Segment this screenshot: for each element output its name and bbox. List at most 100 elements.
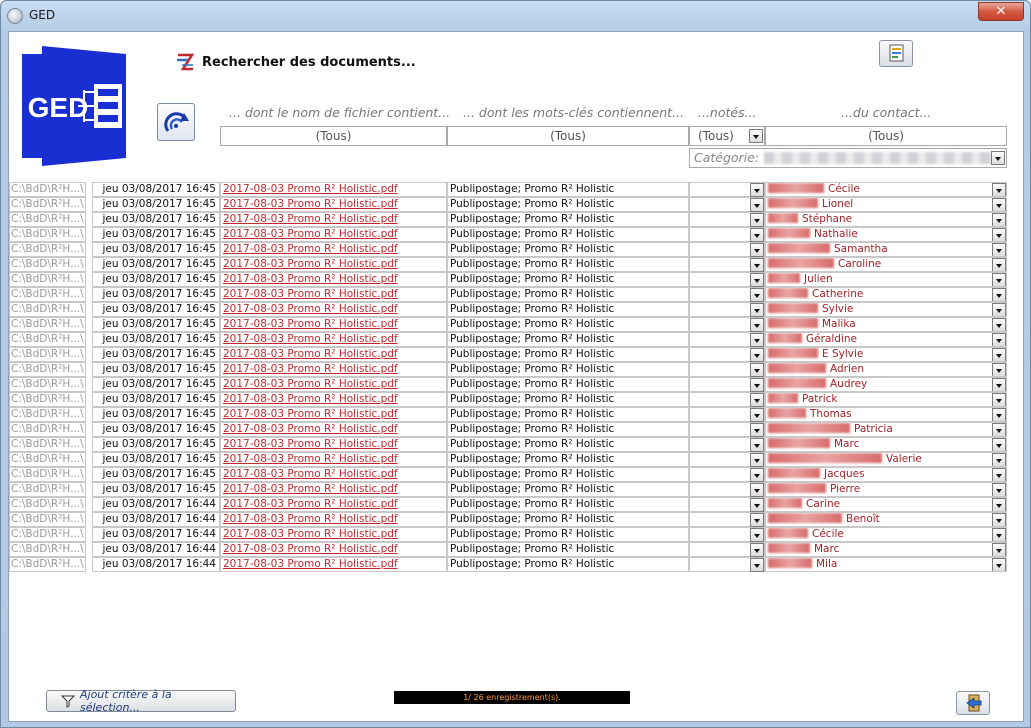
note-select[interactable] bbox=[689, 242, 765, 257]
note-select[interactable] bbox=[689, 467, 765, 482]
close-button[interactable]: ✕ bbox=[978, 2, 1024, 21]
chevron-down-icon[interactable] bbox=[992, 228, 1006, 241]
file-link[interactable]: 2017-08-03 Promo R² Holistic.pdf bbox=[220, 212, 447, 227]
contact-select[interactable]: Jacques bbox=[765, 467, 1007, 482]
contact-select[interactable]: Mila bbox=[765, 557, 1007, 572]
table-row[interactable]: C:\BdD\R²H...\ jeu 03/08/2017 16:45 2017-0… bbox=[9, 197, 1009, 212]
chevron-down-icon[interactable] bbox=[749, 129, 763, 143]
note-select[interactable] bbox=[689, 287, 765, 302]
chevron-down-icon[interactable] bbox=[750, 378, 764, 392]
chevron-down-icon[interactable] bbox=[750, 498, 764, 512]
chevron-down-icon[interactable] bbox=[992, 438, 1006, 451]
contact-select[interactable]: Patricia bbox=[765, 422, 1007, 437]
file-link[interactable]: 2017-08-03 Promo R² Holistic.pdf bbox=[220, 197, 447, 212]
chevron-down-icon[interactable] bbox=[750, 258, 764, 272]
contact-select[interactable]: Pierre bbox=[765, 482, 1007, 497]
contact-filter-input[interactable]: (Tous) bbox=[765, 126, 1007, 146]
note-select[interactable] bbox=[689, 392, 765, 407]
table-row[interactable]: C:\BdD\R²H...\ jeu 03/08/2017 16:45 2017-0… bbox=[9, 377, 1009, 392]
chevron-down-icon[interactable] bbox=[992, 273, 1006, 286]
chevron-down-icon[interactable] bbox=[992, 513, 1006, 526]
chevron-down-icon[interactable] bbox=[992, 198, 1006, 211]
chevron-down-icon[interactable] bbox=[750, 468, 764, 482]
keywords-filter-input[interactable]: (Tous) bbox=[447, 126, 689, 146]
file-link[interactable]: 2017-08-03 Promo R² Holistic.pdf bbox=[220, 392, 447, 407]
contact-select[interactable]: Catherine bbox=[765, 287, 1007, 302]
contact-select[interactable]: Nathalie bbox=[765, 227, 1007, 242]
chevron-down-icon[interactable] bbox=[750, 393, 764, 407]
chevron-down-icon[interactable] bbox=[750, 453, 764, 467]
table-row[interactable]: C:\BdD\R²H...\ jeu 03/08/2017 16:45 2017-0… bbox=[9, 242, 1009, 257]
chevron-down-icon[interactable] bbox=[992, 483, 1006, 496]
table-row[interactable]: C:\BdD\R²H...\ jeu 03/08/2017 16:45 2017-0… bbox=[9, 437, 1009, 452]
file-link[interactable]: 2017-08-03 Promo R² Holistic.pdf bbox=[220, 422, 447, 437]
note-select[interactable] bbox=[689, 197, 765, 212]
table-row[interactable]: C:\BdD\R²H...\ jeu 03/08/2017 16:45 2017-0… bbox=[9, 452, 1009, 467]
table-row[interactable]: C:\BdD\R²H...\ jeu 03/08/2017 16:45 2017-0… bbox=[9, 287, 1009, 302]
table-row[interactable]: C:\BdD\R²H...\ jeu 03/08/2017 16:45 2017-0… bbox=[9, 407, 1009, 422]
chevron-down-icon[interactable] bbox=[750, 438, 764, 452]
file-link[interactable]: 2017-08-03 Promo R² Holistic.pdf bbox=[220, 377, 447, 392]
table-row[interactable]: C:\BdD\R²H...\ jeu 03/08/2017 16:45 2017-0… bbox=[9, 272, 1009, 287]
table-row[interactable]: C:\BdD\R²H...\ jeu 03/08/2017 16:45 2017-0… bbox=[9, 212, 1009, 227]
chevron-down-icon[interactable] bbox=[992, 243, 1006, 256]
chevron-down-icon[interactable] bbox=[750, 318, 764, 332]
contact-select[interactable]: Marc bbox=[765, 542, 1007, 557]
chevron-down-icon[interactable] bbox=[992, 303, 1006, 316]
note-select[interactable] bbox=[689, 302, 765, 317]
contact-select[interactable]: Benoît bbox=[765, 512, 1007, 527]
contact-select[interactable]: Audrey bbox=[765, 377, 1007, 392]
contact-select[interactable]: Samantha bbox=[765, 242, 1007, 257]
contact-select[interactable]: Valerie bbox=[765, 452, 1007, 467]
note-select[interactable] bbox=[689, 332, 765, 347]
file-link[interactable]: 2017-08-03 Promo R² Holistic.pdf bbox=[220, 512, 447, 527]
file-link[interactable]: 2017-08-03 Promo R² Holistic.pdf bbox=[220, 407, 447, 422]
chevron-down-icon[interactable] bbox=[992, 213, 1006, 226]
note-select[interactable] bbox=[689, 437, 765, 452]
file-link[interactable]: 2017-08-03 Promo R² Holistic.pdf bbox=[220, 287, 447, 302]
table-row[interactable]: C:\BdD\R²H...\ jeu 03/08/2017 16:45 2017-0… bbox=[9, 392, 1009, 407]
chevron-down-icon[interactable] bbox=[992, 183, 1006, 196]
contact-select[interactable]: Sylvie bbox=[765, 302, 1007, 317]
file-link[interactable]: 2017-08-03 Promo R² Holistic.pdf bbox=[220, 542, 447, 557]
contact-select[interactable]: Lionel bbox=[765, 197, 1007, 212]
file-link[interactable]: 2017-08-03 Promo R² Holistic.pdf bbox=[220, 272, 447, 287]
contact-select[interactable]: Caroline bbox=[765, 257, 1007, 272]
chevron-down-icon[interactable] bbox=[992, 258, 1006, 271]
note-select[interactable] bbox=[689, 407, 765, 422]
chevron-down-icon[interactable] bbox=[750, 408, 764, 422]
table-row[interactable]: C:\BdD\R²H...\ jeu 03/08/2017 16:45 2017-0… bbox=[9, 347, 1009, 362]
chevron-down-icon[interactable] bbox=[750, 198, 764, 212]
table-row[interactable]: C:\BdD\R²H...\ jeu 03/08/2017 16:45 2017-0… bbox=[9, 332, 1009, 347]
note-select[interactable] bbox=[689, 557, 765, 572]
contact-select[interactable]: Carine bbox=[765, 497, 1007, 512]
table-row[interactable]: C:\BdD\R²H...\ jeu 03/08/2017 16:44 2017-0… bbox=[9, 512, 1009, 527]
chevron-down-icon[interactable] bbox=[992, 453, 1006, 466]
note-select[interactable] bbox=[689, 512, 765, 527]
chevron-down-icon[interactable] bbox=[750, 423, 764, 437]
table-row[interactable]: C:\BdD\R²H...\ jeu 03/08/2017 16:45 2017-0… bbox=[9, 227, 1009, 242]
chevron-down-icon[interactable] bbox=[992, 378, 1006, 391]
contact-select[interactable]: Thomas bbox=[765, 407, 1007, 422]
chevron-down-icon[interactable] bbox=[750, 483, 764, 497]
chevron-down-icon[interactable] bbox=[992, 363, 1006, 376]
chevron-down-icon[interactable] bbox=[750, 273, 764, 287]
table-row[interactable]: C:\BdD\R²H...\ jeu 03/08/2017 16:45 2017-0… bbox=[9, 182, 1009, 197]
refresh-button[interactable] bbox=[157, 103, 195, 141]
chevron-down-icon[interactable] bbox=[991, 151, 1005, 165]
chevron-down-icon[interactable] bbox=[992, 423, 1006, 436]
note-select[interactable] bbox=[689, 527, 765, 542]
chevron-down-icon[interactable] bbox=[992, 348, 1006, 361]
table-row[interactable]: C:\BdD\R²H...\ jeu 03/08/2017 16:45 2017-0… bbox=[9, 467, 1009, 482]
note-select[interactable] bbox=[689, 452, 765, 467]
report-button[interactable] bbox=[879, 40, 913, 67]
add-criteria-button[interactable]: Ajout critère à la sélection... bbox=[46, 688, 236, 714]
note-select[interactable] bbox=[689, 482, 765, 497]
chevron-down-icon[interactable] bbox=[750, 303, 764, 317]
file-link[interactable]: 2017-08-03 Promo R² Holistic.pdf bbox=[220, 437, 447, 452]
chevron-down-icon[interactable] bbox=[750, 363, 764, 377]
contact-select[interactable]: Cécile bbox=[765, 527, 1007, 542]
note-select[interactable] bbox=[689, 422, 765, 437]
table-row[interactable]: C:\BdD\R²H...\ jeu 03/08/2017 16:45 2017-0… bbox=[9, 482, 1009, 497]
chevron-down-icon[interactable] bbox=[992, 333, 1006, 346]
